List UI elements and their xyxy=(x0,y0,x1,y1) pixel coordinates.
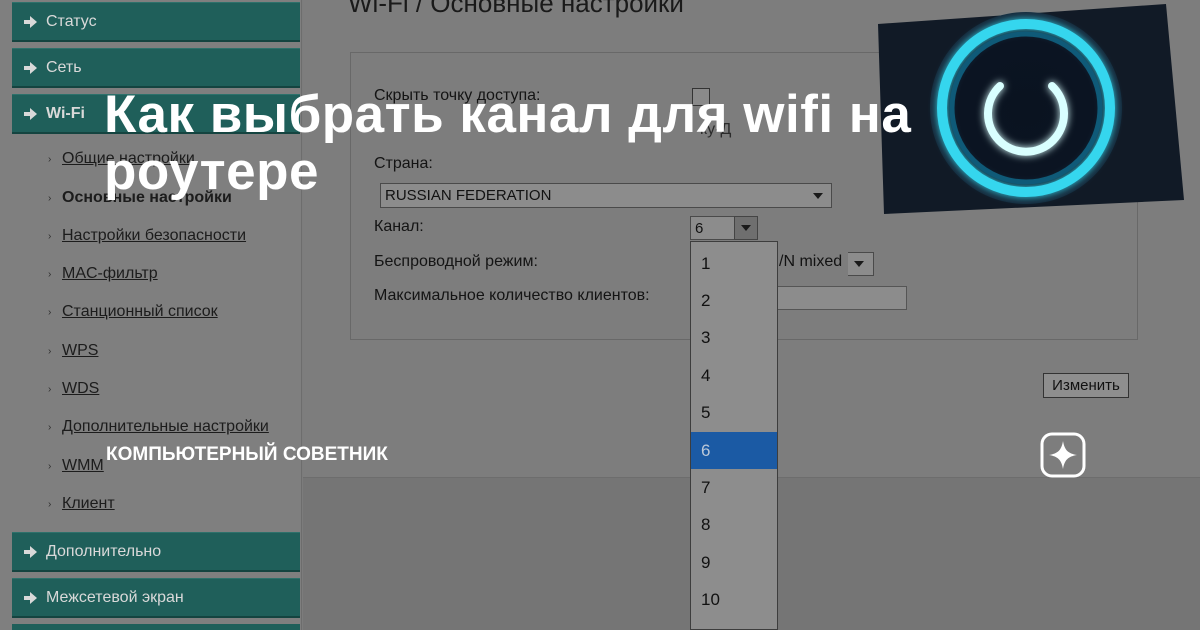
menu-section-status[interactable]: Статус xyxy=(12,2,300,42)
sidebar-item-advanced[interactable]: › Дополнительные настройки xyxy=(48,418,269,436)
sidebar-item-wps[interactable]: › WPS xyxy=(48,342,98,360)
channel-label: Канал: xyxy=(374,218,424,235)
bullet-icon: › xyxy=(48,498,52,510)
menu-section-next xyxy=(12,624,300,630)
channel-select-value: 6 xyxy=(695,219,704,237)
sidebar-item-mac-filter[interactable]: › MAC-фильтр xyxy=(48,265,158,283)
channel-option[interactable]: 11 xyxy=(691,619,777,630)
wireless-mode-label: Беспроводной режим: xyxy=(374,253,538,270)
channel-option[interactable]: 4 xyxy=(691,357,777,394)
menu-section-label: Дополнительно xyxy=(46,542,162,560)
sparkle-star-icon[interactable] xyxy=(1040,432,1086,478)
channel-option[interactable]: 3 xyxy=(691,320,777,357)
channel-option[interactable]: 2 xyxy=(691,282,777,319)
bullet-icon: › xyxy=(48,345,52,357)
bullet-icon: › xyxy=(48,230,52,242)
sidebar-item-station-list[interactable]: › Станционный список xyxy=(48,303,218,321)
channel-option[interactable]: 1 xyxy=(691,245,777,282)
bullet-icon: › xyxy=(48,421,52,433)
sidebar-item-client[interactable]: › Клиент xyxy=(48,495,115,513)
arrow-right-icon xyxy=(24,61,38,74)
channel-option[interactable]: 10 xyxy=(691,582,777,619)
bullet-icon: › xyxy=(48,460,52,472)
menu-section-label: Статус xyxy=(46,12,97,30)
sidebar-item-wds[interactable]: › WDS xyxy=(48,380,99,398)
channel-option[interactable]: 9 xyxy=(691,544,777,581)
menu-section-network[interactable]: Сеть xyxy=(12,48,300,88)
channel-option[interactable]: 5 xyxy=(691,395,777,432)
channel-option[interactable]: 6 xyxy=(691,432,777,469)
channel-select[interactable]: 6 xyxy=(690,216,736,240)
arrow-right-icon xyxy=(24,15,38,28)
menu-section-label: Межсетевой экран xyxy=(46,588,184,606)
channel-option[interactable]: 8 xyxy=(691,507,777,544)
bullet-icon: › xyxy=(48,383,52,395)
source-name: КОМПЬЮТЕРНЫЙ СОВЕТНИК xyxy=(106,444,388,465)
chevron-down-icon xyxy=(741,225,751,231)
menu-section-firewall[interactable]: Межсетевой экран xyxy=(12,578,300,618)
menu-section-label: Wi-Fi xyxy=(46,104,85,122)
bullet-icon: › xyxy=(48,268,52,280)
arrow-right-icon xyxy=(24,107,38,120)
wireless-mode-value: /N mixed xyxy=(779,253,843,270)
article-headline: Как выбрать канал для wifi на роутере xyxy=(104,85,912,201)
wireless-mode-select[interactable] xyxy=(848,252,874,276)
arrow-right-icon xyxy=(24,591,38,604)
arrow-right-icon xyxy=(24,545,38,558)
max-clients-input[interactable] xyxy=(775,286,907,310)
bullet-icon: › xyxy=(48,153,52,165)
bullet-icon: › xyxy=(48,306,52,318)
sidebar-item-security[interactable]: › Настройки безопасности xyxy=(48,227,246,245)
page-title: Wi-Fi / Основные настройки xyxy=(348,0,684,18)
menu-section-label: Сеть xyxy=(46,58,82,76)
channel-dropdown-list[interactable]: 1234567891011 xyxy=(690,241,778,630)
apply-button[interactable]: Изменить xyxy=(1043,373,1129,398)
bullet-icon: › xyxy=(48,192,52,204)
chevron-down-icon xyxy=(854,261,864,267)
max-clients-label: Максимальное количество клиентов: xyxy=(374,287,650,304)
sidebar-item-wmm[interactable]: › WMM xyxy=(48,457,104,475)
channel-select-toggle[interactable] xyxy=(734,216,758,240)
menu-section-additional[interactable]: Дополнительно xyxy=(12,532,300,572)
channel-option[interactable]: 7 xyxy=(691,469,777,506)
